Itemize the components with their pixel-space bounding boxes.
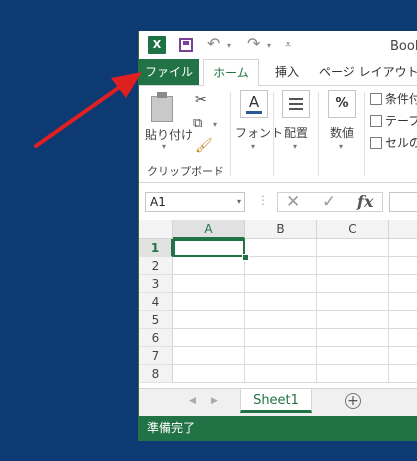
- arrow-shaft: [34, 82, 126, 148]
- red-arrow-annotation: [34, 72, 142, 148]
- arrow-head-icon: [111, 72, 142, 98]
